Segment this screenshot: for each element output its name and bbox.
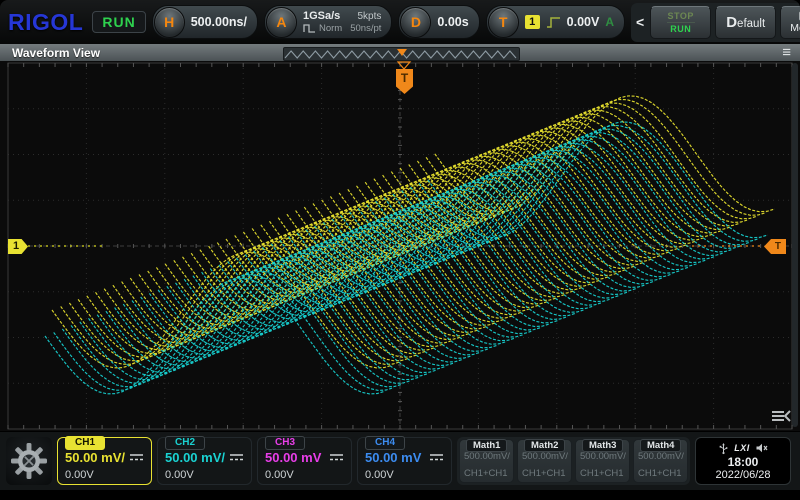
stop-label: STOP: [668, 11, 694, 21]
channel2-offset: 0.00V: [165, 469, 244, 481]
run-status-indicator[interactable]: RUN: [92, 11, 145, 33]
pulse-icon: [303, 23, 316, 33]
math4-tab[interactable]: Math4: [640, 439, 681, 452]
channel4-card[interactable]: CH4 50.00 mV 0.00V: [357, 437, 452, 485]
lxi-logo: LXI: [734, 443, 750, 453]
math2-card[interactable]: Math2 500.00mV/ CH1+CH1: [517, 439, 572, 483]
coupling-icon: [329, 453, 344, 463]
math2-expression: CH1+CH1: [522, 468, 567, 479]
math2-scale: 500.00mV/: [522, 451, 567, 462]
memory-depth: 5kpts: [357, 12, 381, 22]
channel1-offset: 0.00V: [65, 469, 144, 481]
math-cards-group: Math1 500.00mV/ CH1+CH1 Math2 500.00mV/ …: [457, 437, 690, 485]
waveform-canvas: [0, 61, 800, 431]
channel1-card[interactable]: CH1 50.00 mV/ 0.00V: [57, 437, 152, 485]
math1-expression: CH1+CH1: [464, 468, 509, 479]
horizontal-knob-badge[interactable]: H: [154, 7, 185, 38]
math1-tab[interactable]: Math1: [466, 439, 507, 452]
channel3-offset: 0.00V: [265, 469, 344, 481]
default-rest: efault: [737, 18, 765, 30]
acquisition-left-column: 1GSa/s Norm: [303, 11, 342, 33]
trigger-level-value: 0.00V: [567, 15, 600, 29]
status-time: 18:00: [728, 456, 759, 468]
oscilloscope-screen: RIGOL RUN H 500.00ns/ A 1GSa/s Norm 5kpt…: [0, 0, 800, 500]
channel4-scale: 50.00 mV: [365, 450, 421, 465]
prev-page-chevron[interactable]: <: [634, 15, 646, 29]
trigger-source-badge: 1: [525, 15, 540, 29]
acquisition-settings-group[interactable]: A 1GSa/s Norm 5kpts 50ns/pt: [264, 5, 392, 39]
channel2-tab[interactable]: CH2: [165, 436, 205, 450]
math4-scale: 500.00mV/: [638, 451, 683, 462]
math3-scale: 500.00mV/: [580, 451, 625, 462]
menu-hamburger-icon[interactable]: ≡: [782, 45, 791, 60]
default-button[interactable]: D efault: [715, 6, 776, 39]
collapse-menu-icon[interactable]: [770, 409, 792, 423]
top-toolbar: RIGOL RUN H 500.00ns/ A 1GSa/s Norm 5kpt…: [0, 0, 800, 44]
waveform-display-area: T 1 T: [0, 61, 800, 431]
waveform-view-header: Waveform View ≡: [0, 44, 800, 62]
measure-label: Measure: [790, 23, 800, 34]
rigol-logo: RIGOL: [5, 9, 86, 36]
horizontal-settings-group[interactable]: H 500.00ns/: [152, 5, 258, 39]
acquisition-mode: Norm: [319, 24, 342, 33]
math3-expression: CH1+CH1: [580, 468, 625, 479]
stop-run-divider: [667, 22, 695, 23]
speaker-mute-icon: [755, 442, 768, 454]
channel3-tab[interactable]: CH3: [265, 436, 305, 450]
sample-rate: 1GSa/s: [303, 11, 342, 21]
delay-knob-badge[interactable]: D: [400, 7, 431, 38]
trigger-knob-badge[interactable]: T: [488, 7, 519, 38]
bottom-toolbar: CH1 50.00 mV/ 0.00V CH2 50.00 mV/ 0.00V …: [0, 432, 800, 490]
status-date: 2022/06/28: [715, 469, 770, 481]
utility-gear-button[interactable]: [6, 437, 52, 485]
trigger-sweep-mode: A: [605, 15, 614, 29]
channel3-card[interactable]: CH3 50.00 mV 0.00V: [257, 437, 352, 485]
timebase-value: 500.00ns/: [191, 15, 247, 29]
status-icons: LXI: [718, 442, 768, 455]
overview-trigger-position-icon[interactable]: [397, 49, 407, 56]
coupling-icon: [229, 453, 244, 463]
trigger-settings-group[interactable]: T 1 0.00V A: [486, 5, 625, 39]
coupling-icon: [129, 453, 144, 463]
stop-run-button[interactable]: STOP RUN: [650, 6, 711, 39]
acquisition-right-column: 5kpts 50ns/pt: [350, 12, 381, 33]
coupling-icon: [429, 453, 444, 463]
math3-tab[interactable]: Math3: [582, 439, 623, 452]
view-title: Waveform View: [12, 46, 100, 60]
math2-tab[interactable]: Math2: [524, 439, 565, 452]
channel1-tab[interactable]: CH1: [65, 436, 105, 450]
usb-icon: [718, 442, 729, 455]
run-label: RUN: [670, 24, 691, 34]
math1-card[interactable]: Math1 500.00mV/ CH1+CH1: [459, 439, 514, 483]
timebase-overview-strip[interactable]: [283, 47, 520, 61]
acquisition-knob-badge[interactable]: A: [266, 7, 297, 38]
status-card[interactable]: LXI 18:00 2022/06/28: [695, 437, 791, 485]
delay-settings-group[interactable]: D 0.00s: [398, 5, 479, 39]
delay-value: 0.00s: [437, 15, 468, 29]
gear-icon: [11, 443, 47, 479]
channel2-scale: 50.00 mV/: [165, 450, 225, 465]
quick-buttons-panel: < STOP RUN D efault Measure: [631, 3, 800, 42]
time-per-point: 50ns/pt: [350, 24, 381, 33]
rising-edge-icon: [546, 16, 561, 29]
math3-card[interactable]: Math3 500.00mV/ CH1+CH1: [575, 439, 630, 483]
vertical-scrollbar[interactable]: [792, 63, 798, 427]
channel4-tab[interactable]: CH4: [365, 436, 405, 450]
math4-expression: CH1+CH1: [638, 468, 683, 479]
channel1-scale: 50.00 mV/: [65, 450, 125, 465]
math4-card[interactable]: Math4 500.00mV/ CH1+CH1: [633, 439, 688, 483]
channel3-scale: 50.00 mV: [265, 450, 321, 465]
measure-button[interactable]: Measure: [780, 6, 800, 39]
channel2-card[interactable]: CH2 50.00 mV/ 0.00V: [157, 437, 252, 485]
channel4-offset: 0.00V: [365, 469, 444, 481]
default-initial: D: [726, 14, 737, 31]
math1-scale: 500.00mV/: [464, 451, 509, 462]
